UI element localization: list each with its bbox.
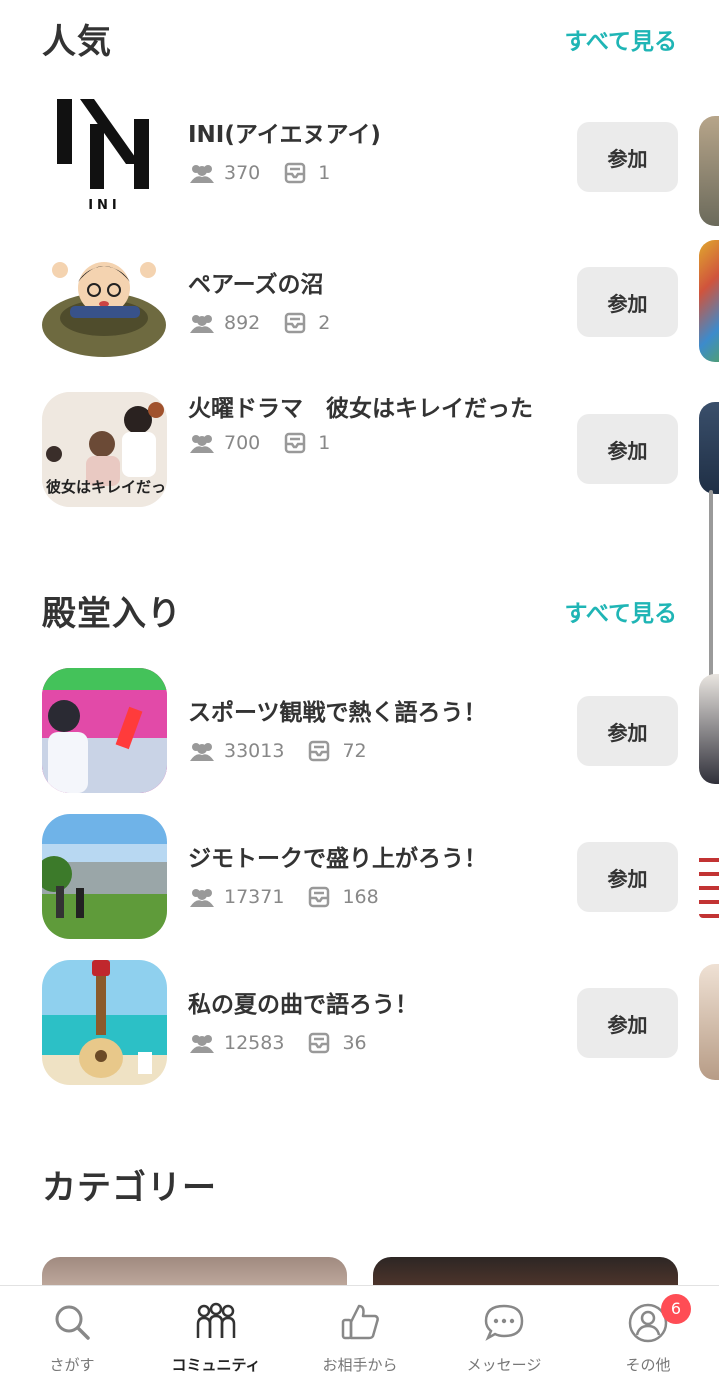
tab-label: メッセージ	[466, 1356, 542, 1374]
next-card-peek[interactable]	[699, 674, 719, 784]
chat-icon	[484, 1304, 524, 1341]
scrollbar[interactable]	[709, 490, 713, 680]
join-button[interactable]: 参加	[577, 842, 678, 912]
tab-likes-received[interactable]: お相手から	[288, 1286, 432, 1395]
members-icon	[190, 743, 214, 761]
hall-of-fame-title: 殿堂入り	[42, 594, 182, 634]
next-card-peek[interactable]	[699, 116, 719, 226]
popular-title: 人気	[42, 22, 112, 62]
hall-of-fame-see-all-link[interactable]: すべて見る	[565, 594, 677, 628]
join-button[interactable]: 参加	[577, 414, 678, 484]
category-title: カテゴリー	[42, 1168, 217, 1208]
tab-label: さがす	[49, 1356, 95, 1374]
post-count: 36	[342, 1032, 367, 1054]
community-row[interactable]: 彼女はキレイだった 火曜ドラマ 彼女はキレイだった 700 1 参加	[0, 386, 719, 516]
community-name: 私の夏の曲で語ろう！	[188, 992, 418, 1018]
tab-label: その他	[625, 1356, 671, 1374]
member-count: 892	[224, 312, 261, 334]
notification-badge: 6	[661, 1294, 691, 1324]
member-count: 33013	[224, 740, 285, 762]
members-icon	[190, 1035, 214, 1053]
popular-section-header: 人気 すべて見る	[42, 14, 677, 64]
community-row[interactable]: INI INI(アイエヌアイ) 370 1 参加	[0, 94, 719, 226]
tab-messages[interactable]: メッセージ	[432, 1286, 576, 1395]
posts-icon	[309, 886, 330, 908]
community-row[interactable]: 私の夏の曲で語ろう！ 12583 36 参加	[0, 960, 719, 1090]
join-button[interactable]: 参加	[577, 267, 678, 337]
tab-label: コミュニティ	[171, 1356, 261, 1374]
tab-other[interactable]: 6 その他	[576, 1286, 719, 1395]
post-count: 1	[318, 162, 331, 184]
search-icon	[55, 1305, 90, 1340]
community-name: 火曜ドラマ 彼女はキレイだった	[188, 396, 533, 422]
members-icon	[190, 315, 214, 333]
join-button[interactable]: 参加	[577, 122, 678, 192]
bottom-tab-bar: さがす コミュニティ お相手から メッセージ 6 その他	[0, 1285, 719, 1395]
members-icon	[190, 889, 214, 907]
member-count: 17371	[224, 886, 285, 908]
post-count: 72	[342, 740, 367, 762]
community-thumbnail	[42, 960, 167, 1085]
community-thumbnail: INI	[42, 94, 167, 219]
tab-search[interactable]: さがす	[0, 1286, 144, 1395]
popular-see-all-link[interactable]: すべて見る	[565, 22, 677, 56]
posts-icon	[309, 1032, 330, 1054]
community-row[interactable]: ペアーズの沼 892 2 参加	[0, 240, 719, 370]
category-section-header: カテゴリー	[42, 1160, 677, 1210]
thumbs-up-icon	[341, 1304, 379, 1340]
drama-title-overlay: 彼女はキレイだった	[46, 478, 167, 496]
join-button[interactable]: 参加	[577, 988, 678, 1058]
member-count: 370	[224, 162, 261, 184]
join-button[interactable]: 参加	[577, 696, 678, 766]
posts-icon	[285, 312, 306, 334]
community-thumbnail	[42, 814, 167, 939]
tab-label: お相手から	[322, 1356, 398, 1374]
community-row[interactable]: スポーツ観戦で熱く語ろう！ 33013 72 参加	[0, 668, 719, 798]
community-name: ジモトークで盛り上がろう！	[188, 846, 487, 872]
community-name: INI(アイエヌアイ)	[188, 122, 381, 148]
community-thumbnail	[42, 240, 167, 365]
community-name: スポーツ観戦で熱く語ろう！	[188, 700, 487, 726]
post-count: 1	[318, 432, 331, 454]
next-card-peek[interactable]	[699, 848, 719, 918]
member-count: 12583	[224, 1032, 285, 1054]
posts-icon	[285, 432, 306, 454]
next-card-peek[interactable]	[699, 964, 719, 1080]
community-row[interactable]: ジモトークで盛り上がろう！ 17371 168 参加	[0, 814, 719, 944]
next-card-peek[interactable]	[699, 240, 719, 362]
posts-icon	[285, 162, 306, 184]
community-name: ペアーズの沼	[188, 272, 324, 298]
post-count: 168	[342, 886, 379, 908]
member-count: 700	[224, 432, 261, 454]
community-thumbnail	[42, 668, 167, 793]
tab-community[interactable]: コミュニティ	[144, 1286, 288, 1395]
members-icon	[190, 435, 214, 453]
posts-icon	[309, 740, 330, 762]
hall-of-fame-section-header: 殿堂入り すべて見る	[42, 586, 677, 636]
members-icon	[190, 165, 214, 183]
ini-logo-text: INI	[88, 198, 121, 213]
post-count: 2	[318, 312, 331, 334]
community-icon	[196, 1302, 236, 1338]
next-card-peek[interactable]	[699, 402, 719, 494]
community-thumbnail: 彼女はキレイだった	[42, 392, 167, 507]
